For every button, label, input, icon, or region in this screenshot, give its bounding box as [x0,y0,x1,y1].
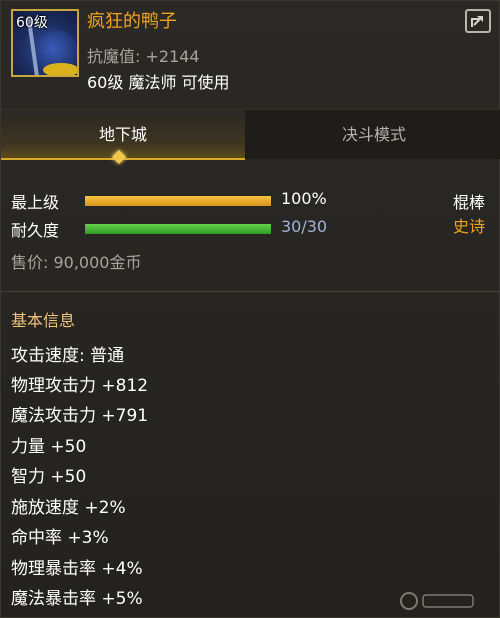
upgrade-value: 100% [281,189,327,208]
watermark-logo-icon [400,592,474,610]
durability-bar-fill [85,224,271,234]
attr-line: 魔法攻击力 +791 [11,406,149,426]
duck-weapon-icon: 60级 [11,9,79,77]
sell-price: 售价: 90,000金币 [11,253,142,272]
durability-bar [85,224,271,234]
rarity-label: 史诗 [453,217,486,236]
upgrade-bar [85,196,271,206]
durability-value: 30/30 [281,217,328,236]
share-button[interactable] [465,9,491,33]
item-name: 疯狂的鸭子 [87,11,177,32]
item-resist: 抗魔值: +2144 [87,47,200,66]
item-requirement: 60级 魔法师 可使用 [87,73,230,92]
attr-line: 物理暴击率 +4% [11,559,143,579]
item-level-badge: 60级 [16,15,48,31]
weapon-type: 棍棒 [453,193,486,212]
attr-line: 攻击速度: 普通 [11,346,125,366]
durability-label: 耐久度 [11,221,60,240]
attr-line: 力量 +50 [11,437,87,457]
durability-stat-row: 耐久度 30/30 [11,217,351,241]
upgrade-label: 最上级 [11,193,60,212]
duck-beak [43,63,77,75]
item-header: 60级 疯狂的鸭子 抗魔值: +2144 60级 魔法师 可使用 [1,1,500,101]
share-arrow-icon [471,16,483,27]
attr-line: 施放速度 +2% [11,498,126,518]
upgrade-stat-row: 最上级 100% [11,189,351,213]
upgrade-bar-fill [85,196,271,206]
item-tooltip-panel: 60级 疯狂的鸭子 抗魔值: +2144 60级 魔法师 可使用 地下城 决斗模… [0,0,500,618]
attr-line: 命中率 +3% [11,528,109,548]
attr-line: 物理攻击力 +812 [11,376,149,396]
attr-line: 魔法暴击率 +5% [11,589,143,609]
tab-duel-mode[interactable]: 决斗模式 [247,110,500,160]
mode-tabs: 地下城 决斗模式 [1,109,500,160]
basic-info-title: 基本信息 [11,311,76,330]
tab-dungeon[interactable]: 地下城 [1,110,245,160]
attr-line: 智力 +50 [11,467,87,487]
section-divider [1,291,500,292]
